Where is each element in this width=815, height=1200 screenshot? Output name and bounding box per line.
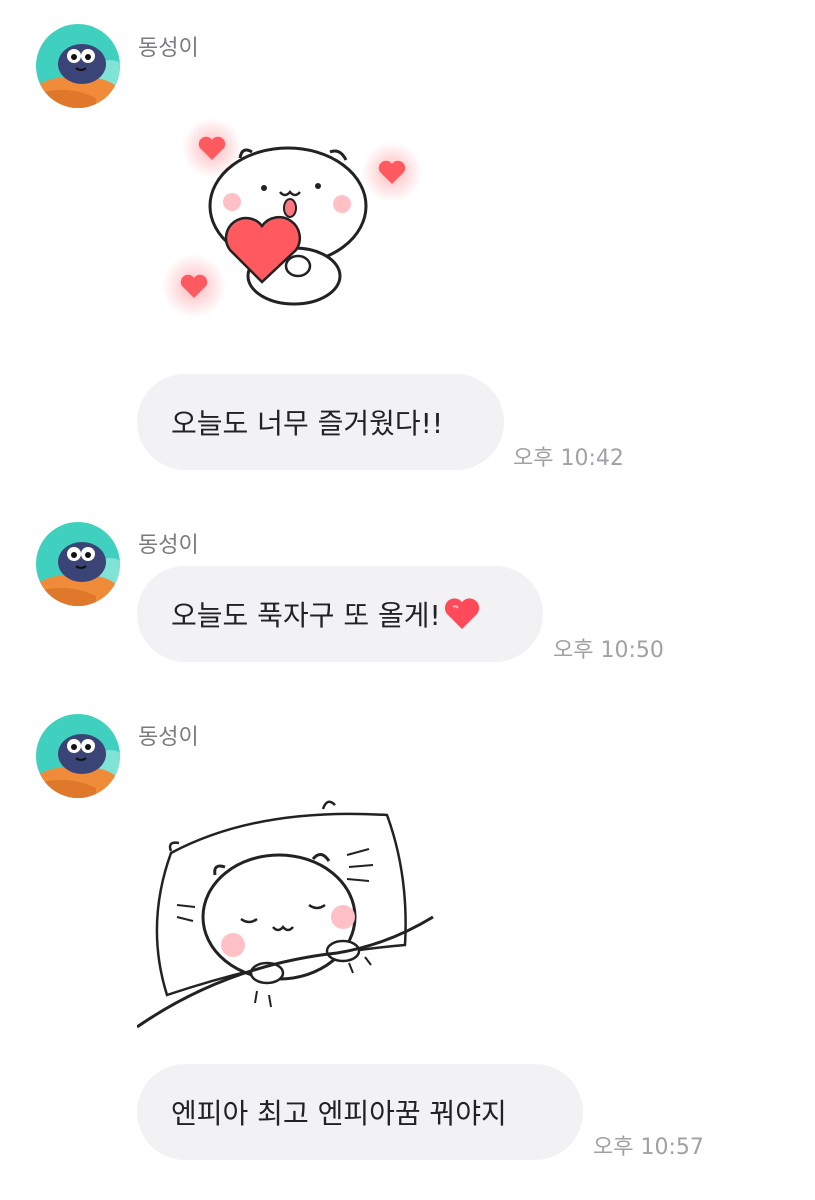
avatar-image-icon (36, 714, 120, 798)
hamster-heart-icon (162, 118, 422, 318)
message-time: 오후 10:42 (513, 446, 624, 471)
avatar-image-icon (36, 24, 120, 108)
message-text: 엔피아 최고 엔피아꿈 꿔야지 (171, 1097, 507, 1130)
red-heart-emoji-icon (444, 598, 479, 629)
message-text: 오늘도 푹자구 또 올게! (171, 599, 441, 632)
message-text: 오늘도 너무 즐거웠다!! (171, 407, 444, 440)
sender-name: 동성이 (138, 533, 199, 558)
sender-name: 동성이 (138, 725, 199, 750)
message-time: 오후 10:57 (593, 1135, 704, 1160)
message-time: 오후 10:50 (553, 638, 664, 663)
sleeping-hamster-icon (136, 800, 434, 1029)
avatar[interactable] (36, 714, 120, 798)
message-bubble[interactable]: 엔피아 최고 엔피아꿈 꿔야지 (137, 1064, 583, 1160)
avatar[interactable] (36, 24, 120, 108)
sleeping-hamster-sticker[interactable] (136, 795, 437, 1030)
avatar[interactable] (36, 522, 120, 606)
avatar-image-icon (36, 522, 120, 606)
message-bubble[interactable]: 오늘도 푹자구 또 올게! (137, 566, 543, 662)
sender-name: 동성이 (138, 36, 199, 61)
hamster-heart-sticker[interactable] (150, 110, 440, 330)
message-bubble[interactable]: 오늘도 너무 즐거웠다!! (137, 374, 504, 470)
